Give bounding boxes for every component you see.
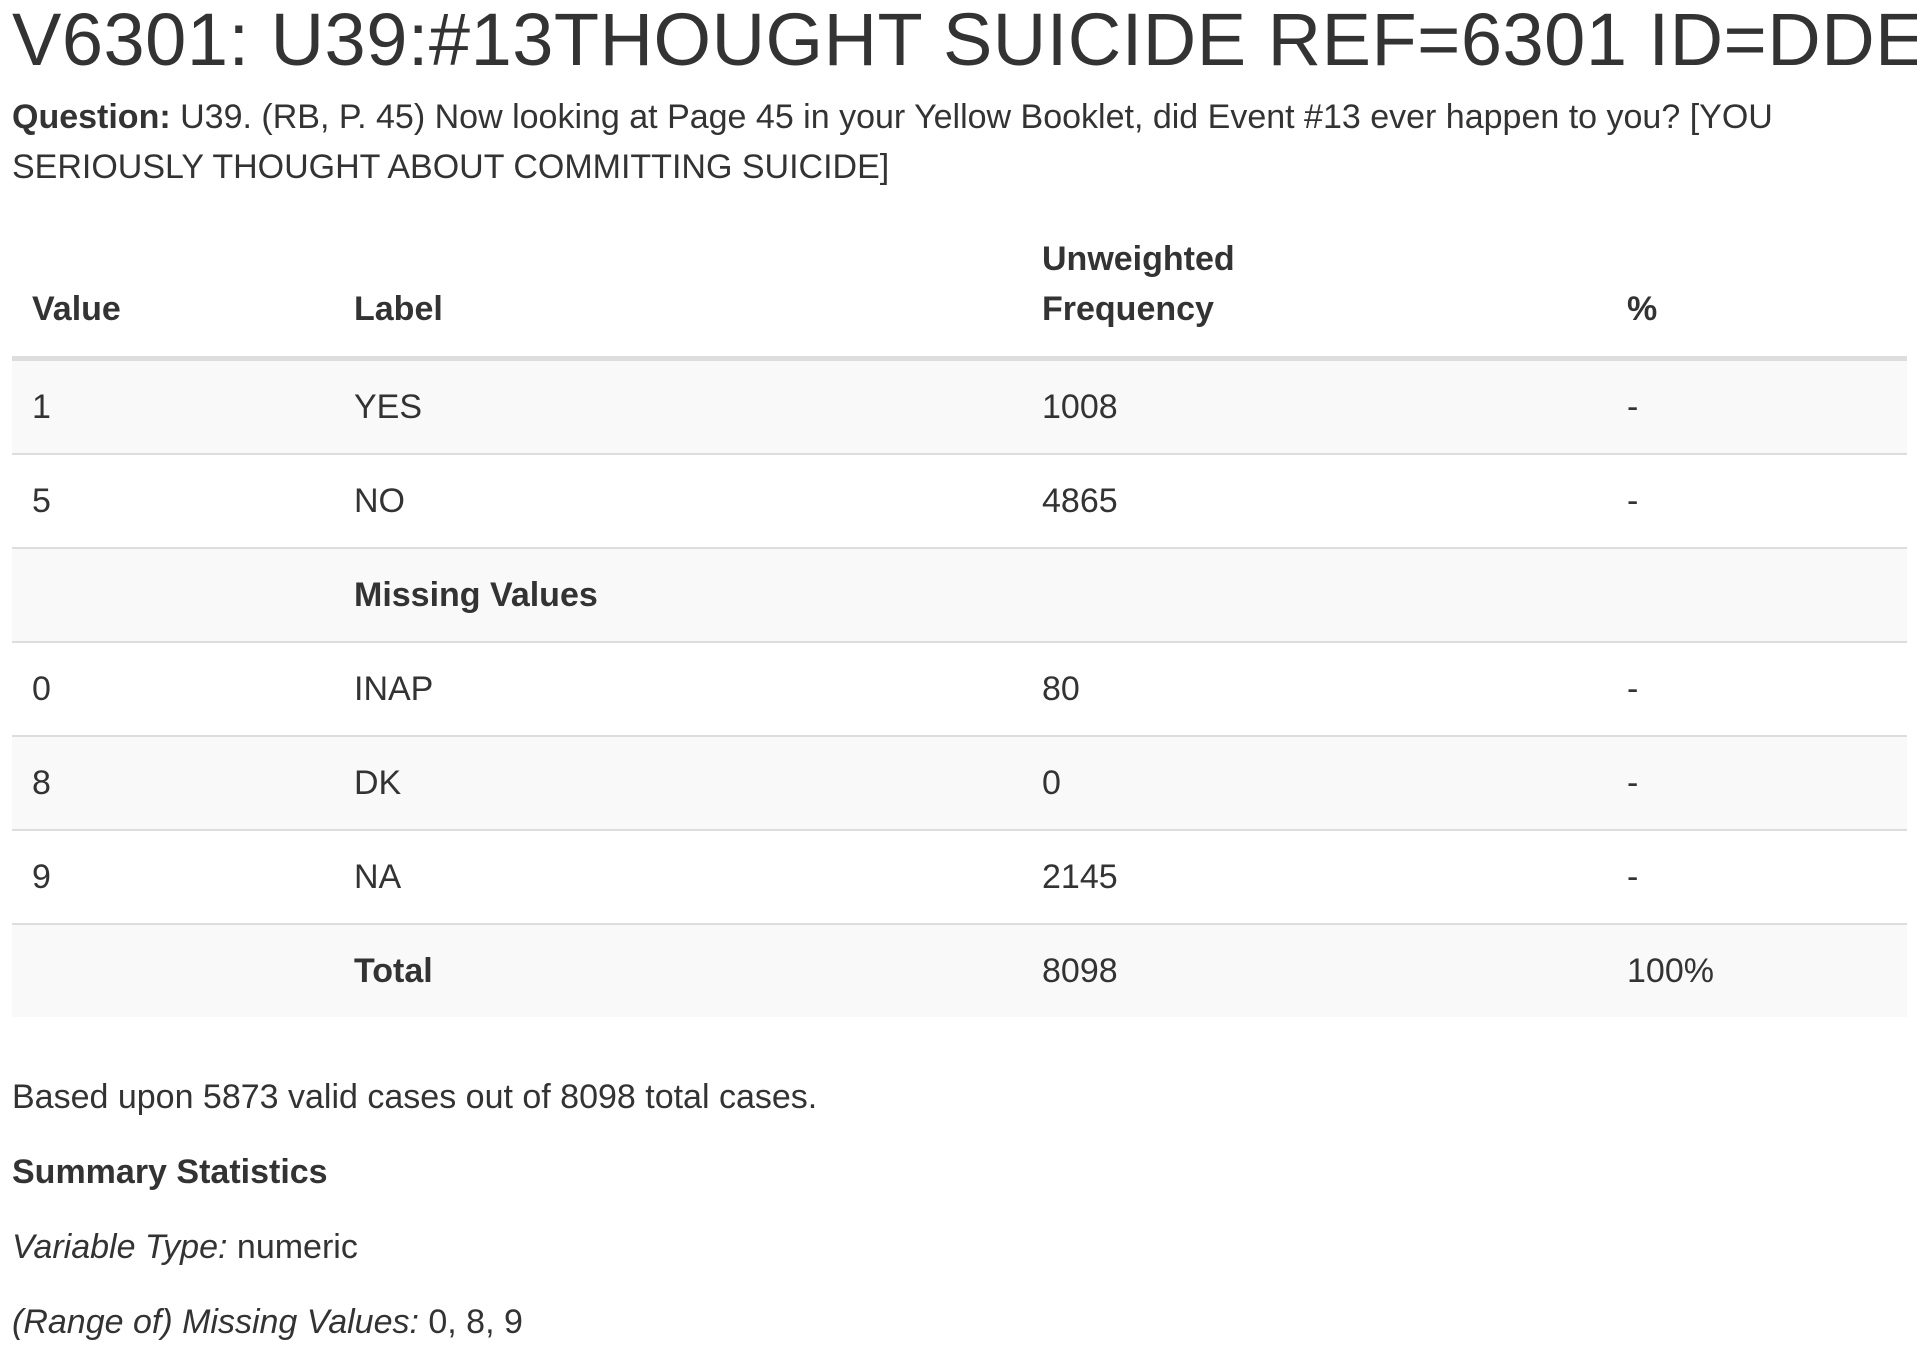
table-header-row: Value Label Unweighted Frequency % bbox=[12, 234, 1907, 361]
row-value: 1 bbox=[12, 358, 334, 454]
row-percent: - bbox=[1607, 641, 1907, 736]
missing-values-spacer bbox=[12, 547, 334, 642]
row-percent: - bbox=[1607, 358, 1907, 454]
missing-values-row: Missing Values bbox=[12, 547, 1907, 642]
row-frequency: 1008 bbox=[1022, 358, 1607, 454]
row-label: NO bbox=[334, 453, 1022, 548]
missing-values-label: (Range of) Missing Values: bbox=[12, 1303, 419, 1341]
variable-type-label: Variable Type: bbox=[12, 1228, 228, 1266]
summary-statistics-heading: Summary Statistics bbox=[12, 1153, 328, 1191]
question-label: Question: bbox=[12, 98, 171, 136]
header-label: Label bbox=[334, 234, 1022, 361]
total-frequency: 8098 bbox=[1022, 923, 1607, 1017]
variable-type-value: numeric bbox=[236, 1228, 358, 1266]
valid-cases-note: Based upon 5873 valid cases out of 8098 … bbox=[12, 1078, 818, 1116]
header-value: Value bbox=[12, 234, 334, 361]
row-percent: - bbox=[1607, 829, 1907, 924]
question-text: U39. (RB, P. 45) Now looking at Page 45 … bbox=[12, 98, 1773, 186]
row-label: NA bbox=[334, 829, 1022, 924]
row-frequency: 0 bbox=[1022, 735, 1607, 830]
question-text-block: Question: U39. (RB, P. 45) Now looking a… bbox=[12, 92, 1907, 192]
row-percent: - bbox=[1607, 735, 1907, 830]
total-percent: 100% bbox=[1607, 923, 1907, 1017]
total-label: Total bbox=[334, 923, 1022, 1017]
header-frequency-line1: Unweighted bbox=[1042, 240, 1235, 278]
variable-type-line: Variable Type: numeric bbox=[12, 1222, 1907, 1272]
missing-values-spacer bbox=[1022, 547, 1607, 642]
row-label: YES bbox=[334, 358, 1022, 454]
frequency-table: Value Label Unweighted Frequency % 1 YES … bbox=[12, 234, 1907, 1017]
row-value: 9 bbox=[12, 829, 334, 924]
missing-values-spacer bbox=[1607, 547, 1907, 642]
row-value: 8 bbox=[12, 735, 334, 830]
header-percent: % bbox=[1607, 234, 1907, 361]
header-frequency: Unweighted Frequency bbox=[1022, 234, 1607, 361]
row-label: INAP bbox=[334, 641, 1022, 736]
row-value: 5 bbox=[12, 453, 334, 548]
table-row: 0 INAP 80 - bbox=[12, 641, 1907, 736]
table-row: 8 DK 0 - bbox=[12, 735, 1907, 830]
row-value: 0 bbox=[12, 641, 334, 736]
total-row: Total 8098 100% bbox=[12, 923, 1907, 1017]
missing-values-value: 0, 8, 9 bbox=[428, 1303, 523, 1341]
missing-values-heading: Missing Values bbox=[334, 547, 1022, 642]
total-spacer bbox=[12, 923, 334, 1017]
codebook-page: V6301: U39:#13THOUGHT SUICIDE REF=6301 I… bbox=[0, 0, 1917, 1347]
row-label: DK bbox=[334, 735, 1022, 830]
table-row: 5 NO 4865 - bbox=[12, 453, 1907, 548]
row-frequency: 80 bbox=[1022, 641, 1607, 736]
row-frequency: 4865 bbox=[1022, 453, 1607, 548]
table-row: 1 YES 1008 - bbox=[12, 358, 1907, 454]
header-frequency-line2: Frequency bbox=[1042, 290, 1214, 328]
table-row: 9 NA 2145 - bbox=[12, 829, 1907, 924]
missing-values-line: (Range of) Missing Values: 0, 8, 9 bbox=[12, 1297, 1907, 1347]
variable-title: V6301: U39:#13THOUGHT SUICIDE REF=6301 I… bbox=[12, 0, 1917, 81]
row-frequency: 2145 bbox=[1022, 829, 1607, 924]
row-percent: - bbox=[1607, 453, 1907, 548]
